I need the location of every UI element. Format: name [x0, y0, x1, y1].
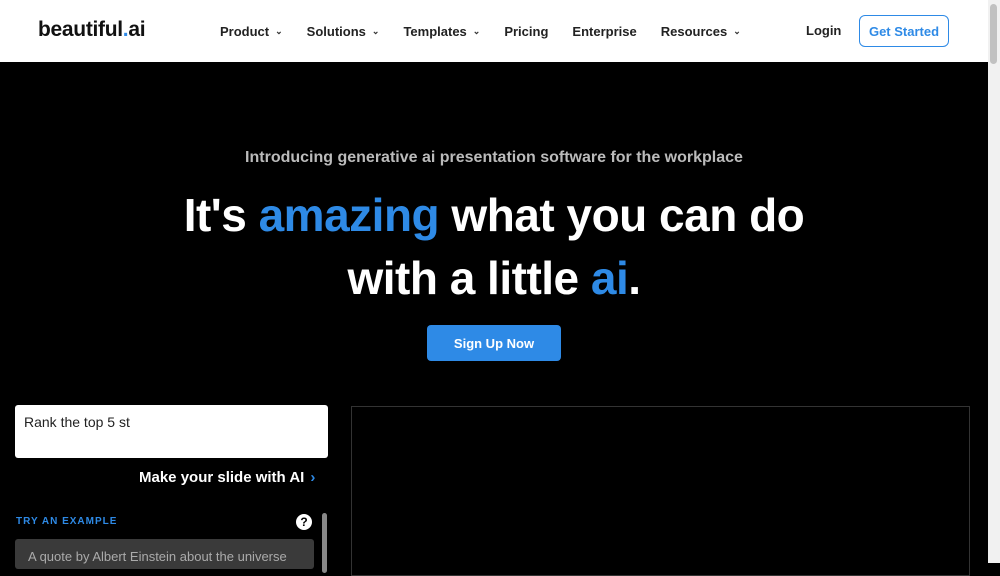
get-started-button[interactable]: Get Started: [859, 15, 949, 47]
login-link[interactable]: Login: [806, 23, 841, 38]
nav-templates[interactable]: Templates ⌄: [403, 24, 480, 39]
sign-up-button[interactable]: Sign Up Now: [427, 325, 561, 361]
chevron-down-icon: ⌄: [472, 25, 481, 36]
main-menu: Product ⌄ Solutions ⌄ Templates ⌄ Pricing E…: [220, 0, 765, 62]
chevron-down-icon: ⌄: [275, 25, 283, 36]
try-example-label: TRY AN EXAMPLE: [16, 516, 118, 527]
nav-enterprise[interactable]: Enterprise: [572, 24, 636, 39]
nav-product[interactable]: Product ⌄: [220, 24, 283, 39]
make-slide-button[interactable]: Make your slide with AI ›: [139, 469, 315, 486]
top-navbar: beautiful.ai Product ⌄ Solutions ⌄ Templat…: [0, 0, 988, 62]
slide-preview: [351, 406, 970, 576]
hero-title-line2: with a little ai.: [347, 252, 641, 304]
nav-solutions[interactable]: Solutions ⌄: [307, 24, 380, 39]
logo[interactable]: beautiful.ai: [38, 18, 146, 42]
prompt-input[interactable]: Rank the top 5 st: [15, 405, 328, 458]
hero-title-line1: It's amazing what you can do: [183, 189, 805, 241]
chevron-down-icon: ⌄: [371, 25, 380, 36]
hero-intro: Introducing generative ai presentation s…: [245, 149, 743, 166]
nav-pricing[interactable]: Pricing: [504, 24, 548, 39]
chevron-down-icon: ⌄: [733, 25, 741, 36]
chevron-right-icon: ›: [310, 469, 316, 486]
page-scrollbar-thumb[interactable]: [990, 4, 997, 64]
help-icon[interactable]: ?: [296, 514, 312, 530]
example-item[interactable]: A quote by Albert Einstein about the uni…: [15, 539, 314, 569]
page-scrollbar[interactable]: [988, 0, 1000, 563]
examples-scrollbar[interactable]: [322, 513, 327, 573]
nav-resources[interactable]: Resources ⌄: [661, 24, 741, 39]
